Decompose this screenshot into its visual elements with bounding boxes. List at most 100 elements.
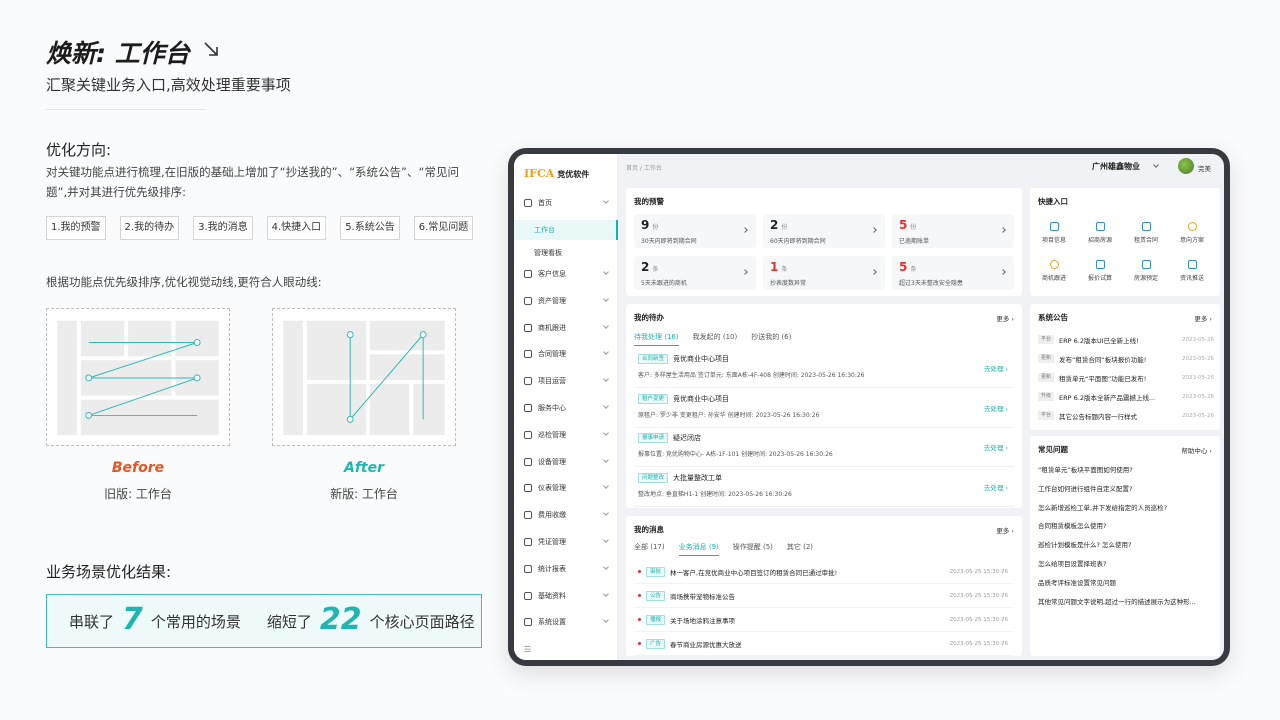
breadcrumb: 首页 / 工作台 [626, 165, 662, 172]
quick-entry-leasing-house[interactable]: 招商房源 [1080, 222, 1120, 244]
tab-todo-cc[interactable]: 抄送我的 (6) [751, 332, 791, 346]
faq-item[interactable]: 怎么给项目设置择班表? [1038, 558, 1214, 568]
message-text: 林一客户,在竞优商业中心项目签订的租赁合同已通过审批! [670, 568, 838, 577]
arrow-down-right-icon [204, 42, 218, 56]
notice-more-link[interactable]: 更多 › [1194, 313, 1212, 323]
faq-item[interactable]: 品质考评标准设置常见问题 [1038, 577, 1214, 587]
sidebar-item-customer[interactable]: 客户信息 [514, 265, 618, 283]
process-button[interactable]: 去处理 › [984, 403, 1008, 413]
todo-row: 报事申请 疑迟闭店 报事位置: 竞优购物中心- A栋-1F-101 创建时间: 2… [634, 429, 1014, 467]
sidebar-item-report[interactable]: 统计报表 [514, 560, 618, 578]
warning-item[interactable]: 5条 超过3天未整改安全隐患 [892, 256, 1014, 290]
faq-item[interactable]: 合同租赁模板怎么使用? [1038, 520, 1214, 530]
message-text: 商场携带宠物标准公告 [670, 592, 736, 601]
notice-date: 2023-05-26 [1182, 374, 1214, 381]
quick-entry-news-push[interactable]: 资讯推送 [1172, 260, 1212, 282]
help-center-link[interactable]: 帮助中心 › [1181, 445, 1212, 455]
warning-item[interactable]: 5份 已逾期账单 [892, 214, 1014, 248]
message-row[interactable]: 公告 商场携带宠物标准公告 2023-05-25 15:30:26 [634, 584, 1014, 608]
warning-unit: 份 [781, 224, 788, 231]
page-subtitle: 汇聚关键业务入口,高效处理重要事项 [46, 76, 291, 94]
company-selector[interactable]: 广州雄鑫物业 [1092, 161, 1140, 172]
after-diagram [272, 308, 456, 446]
tab-todo-initiated[interactable]: 我发起的 (10) [693, 332, 738, 346]
warning-label: 5天未跟进的商机 [641, 280, 687, 287]
warning-item[interactable]: 2份 60天内即将到期合同 [763, 214, 885, 248]
chevron-right-icon [871, 227, 877, 233]
sidebar-item-inspection[interactable]: 巡检管理 [514, 426, 618, 444]
warning-item[interactable]: 1条 抄表度数异常 [763, 256, 885, 290]
sidebar-item-basic-data[interactable]: 基础资料 [514, 587, 618, 605]
quick-entry-quote-calc[interactable]: 报价试算 [1080, 260, 1120, 282]
meter-icon [524, 484, 532, 493]
todo-row: 租户变更 竞优商业中心项目 原租户: 罗少非 变更租户: 孙安华 创建时间: 20… [634, 390, 1014, 428]
news-push-icon [1187, 260, 1197, 269]
result-number: 22 [319, 601, 362, 637]
unread-dot [638, 618, 641, 621]
sidebar-item-asset[interactable]: 资产管理 [514, 292, 618, 310]
sidebar-item-meter[interactable]: 仪表管理 [514, 479, 618, 497]
sidebar-sub-workbench[interactable]: 工作台 [514, 220, 618, 240]
process-button[interactable]: 去处理 › [984, 363, 1008, 373]
collapse-menu-icon[interactable]: ☰ [524, 645, 531, 654]
warning-item[interactable]: 2条 5天未跟进的商机 [634, 256, 756, 290]
quick-entry-project-info[interactable]: 项目信息 [1034, 222, 1074, 244]
quick-entry-opportunity[interactable]: 商机跟进 [1034, 260, 1074, 282]
user-name[interactable]: 完美 [1198, 163, 1211, 173]
sidebar-item-voucher[interactable]: 凭证管理 [514, 533, 618, 551]
todo-tag: 合同新签 [638, 354, 669, 364]
sidebar-item-service[interactable]: 服务中心 [514, 399, 618, 417]
chevron-down-icon [603, 590, 609, 597]
sidebar-item-equipment[interactable]: 设备管理 [514, 453, 618, 471]
notice-date: 2023-05-26 [1182, 393, 1214, 400]
sidebar-sub-dashboard[interactable]: 管理看板 [514, 243, 618, 263]
avatar[interactable] [1178, 158, 1194, 174]
faq-item[interactable]: 巡检计划模板是什么? 怎么使用? [1038, 539, 1214, 549]
message-row[interactable]: 审批 林一客户,在竞优商业中心项目签订的租赁合同已通过审批! 2023-05-2… [634, 560, 1014, 584]
tab-msg-business[interactable]: 业务消息 (9) [678, 542, 719, 556]
process-button[interactable]: 去处理 › [984, 442, 1008, 452]
tab-msg-all[interactable]: 全部 (17) [634, 542, 665, 556]
result-text: 个常用的场景 [150, 612, 241, 631]
message-row[interactable]: 广告 春节商业房源优惠大放送 2023-05-25 15:30:26 [634, 632, 1014, 656]
faq-item[interactable]: “租赁单元”板块平面图如何使用? [1038, 464, 1214, 474]
notice-row[interactable]: 平台 其它公告标题内容一行样式 2023-05-26 [1038, 406, 1214, 425]
sidebar-item-operation[interactable]: 项目运营 [514, 372, 618, 390]
quick-entry-intent-plan[interactable]: 意向方案 [1172, 222, 1212, 244]
todo-row: 问题整改 大批量整改工单 整改地点: 垂直梯H1-1 创建时间: 2023-05-… [634, 469, 1014, 507]
message-row[interactable]: 播报 关于场地涂鸦注意事项 2023-05-25 15:30:26 [634, 608, 1014, 632]
sidebar-item-contract[interactable]: 合同管理 [514, 345, 618, 363]
messages-title: 我的消息 [634, 525, 664, 534]
chevron-down-icon[interactable] [1153, 162, 1159, 168]
messages-more-link[interactable]: 更多 › [996, 525, 1014, 535]
notice-row[interactable]: 平台 ERP 6.2版本UI已全新上线! 2023-05-26 [1038, 330, 1214, 349]
sidebar-item-fee[interactable]: 费用收缴 [514, 506, 618, 524]
sidebar-item-home[interactable]: 首页 [514, 194, 618, 212]
basic-data-icon [524, 591, 532, 600]
todo-more-link[interactable]: 更多 › [996, 313, 1014, 323]
todo-detail: 报事位置: 竞优购物中心- A栋-1F-101 创建时间: 2023-05-26… [638, 451, 833, 458]
notice-row[interactable]: 更新 租赁单元“平面图”功能已发布! 2023-05-26 [1038, 368, 1214, 387]
tab-msg-reminder[interactable]: 操作提醒 (5) [733, 542, 773, 556]
sidebar-item-settings[interactable]: 系统设置 [514, 613, 618, 631]
tab-msg-other[interactable]: 其它 (2) [787, 542, 813, 556]
chevron-right-icon [1000, 227, 1006, 233]
notice-row[interactable]: 更新 发布“租赁合同”板块报价功能! 2023-05-26 [1038, 349, 1214, 368]
faq-item[interactable]: 怎么新增巡检工单,并下发给指定的人员巡检? [1038, 502, 1214, 512]
warning-item[interactable]: 9份 30天内即将到期合同 [634, 214, 756, 248]
process-button[interactable]: 去处理 › [984, 482, 1008, 492]
warning-label: 抄表度数异常 [770, 280, 807, 287]
tab-todo-mine[interactable]: 待我处理 (16) [634, 332, 679, 346]
optimize-title: 优化方向: [46, 141, 112, 159]
notice-card: 系统公告 更多 › 平台 ERP 6.2版本UI已全新上线! 2023-05-2… [1030, 304, 1220, 430]
priority-list: 1.我的预警 2.我的待办 3.我的消息 4.快捷入口 5.系统公告 6.常见问… [46, 216, 474, 240]
notice-tag: 更新 [1038, 354, 1055, 363]
sidebar-item-opportunity[interactable]: 商机跟进 [514, 319, 618, 337]
faq-item[interactable]: 其他常见问题文字说明,超过一行的描述展示为这种形... [1038, 596, 1214, 606]
quick-entry-house-reserve[interactable]: 房源预定 [1126, 260, 1166, 282]
message-tag: 审批 [646, 566, 666, 577]
notice-row[interactable]: 升级 ERP 6.2版本全新产品震撼上线... 2023-05-26 [1038, 387, 1214, 406]
todo-tag: 报事申请 [638, 433, 669, 443]
faq-item[interactable]: 工作台如何进行组件自定义配置? [1038, 483, 1214, 493]
quick-entry-lease-contract[interactable]: 租赁合同 [1126, 222, 1166, 244]
